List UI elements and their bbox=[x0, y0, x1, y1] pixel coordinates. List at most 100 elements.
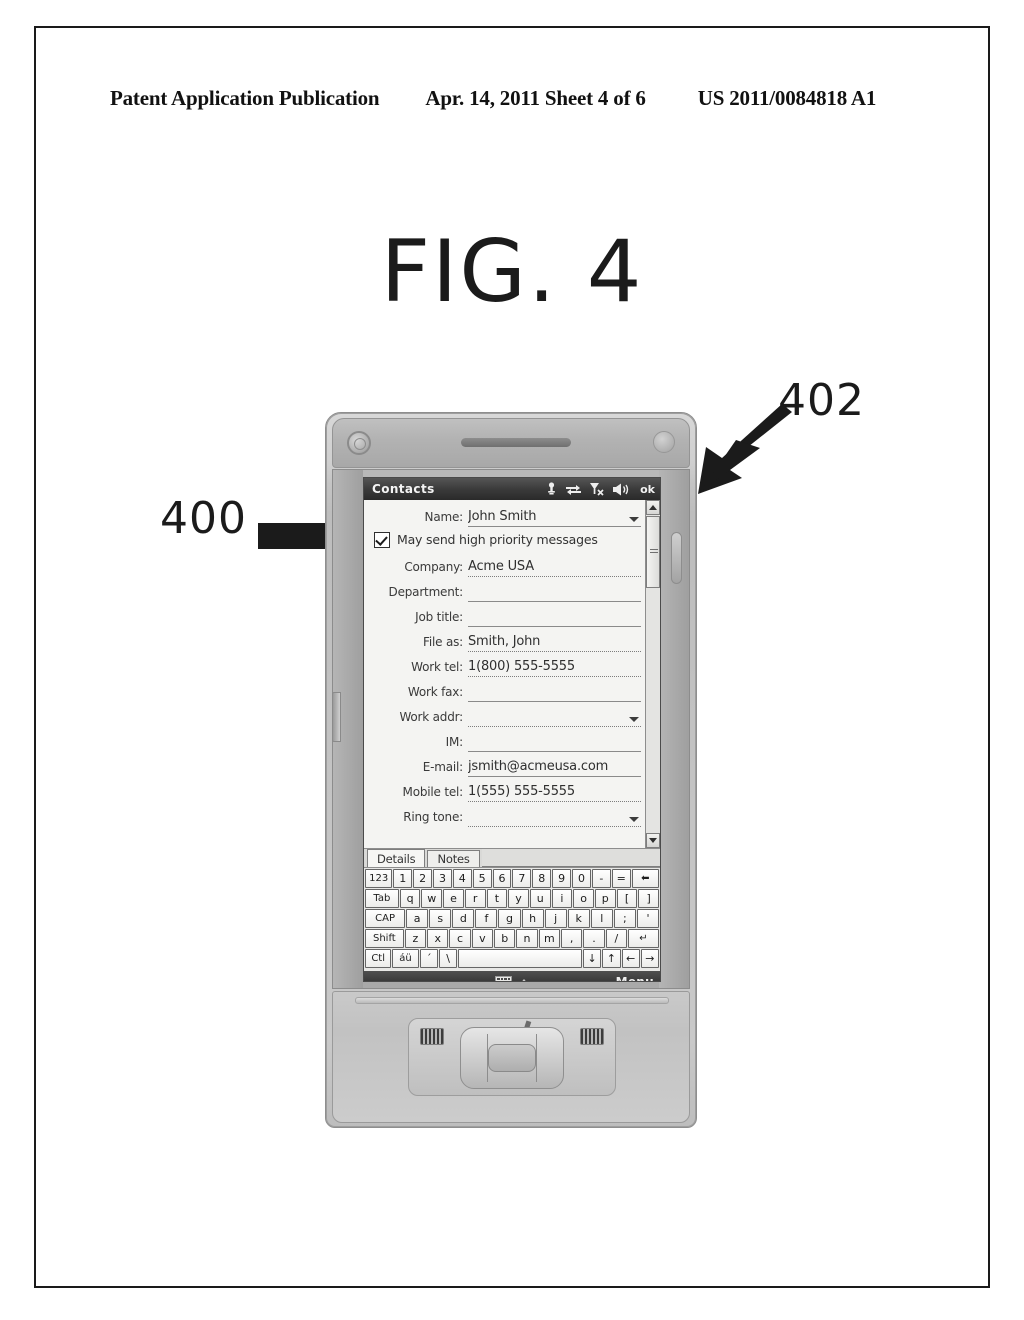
high-priority-checkbox-row[interactable]: May send high priority messages bbox=[364, 527, 645, 552]
key-cap[interactable]: CAP bbox=[365, 909, 406, 928]
key-space[interactable] bbox=[458, 949, 583, 968]
key-key[interactable]: ' bbox=[636, 909, 659, 928]
key-n[interactable]: n bbox=[516, 929, 538, 948]
key-e[interactable]: e bbox=[443, 889, 464, 908]
chevron-down-icon[interactable] bbox=[629, 717, 639, 722]
key-i[interactable]: i bbox=[551, 889, 573, 908]
key-6[interactable]: 6 bbox=[492, 869, 512, 888]
menu-button[interactable]: Menu bbox=[616, 975, 654, 981]
key-key[interactable]: ↵ bbox=[628, 929, 659, 948]
field-value-file-as[interactable]: Smith, John bbox=[468, 634, 641, 652]
sync-arrows-icon[interactable] bbox=[566, 483, 582, 496]
field-row-mobile-tel[interactable]: Mobile tel: 1(555) 555-5555 bbox=[364, 777, 645, 802]
key-123[interactable]: 123 bbox=[365, 869, 393, 888]
left-hardware-button[interactable] bbox=[420, 1028, 444, 1045]
key-s[interactable]: s bbox=[429, 909, 452, 928]
field-row-im[interactable]: IM: bbox=[364, 727, 645, 752]
key-key[interactable]: ; bbox=[613, 909, 636, 928]
key-key[interactable]: \ bbox=[438, 949, 458, 968]
field-value-company[interactable]: Acme USA bbox=[468, 559, 641, 577]
key-key[interactable]: ↑ bbox=[602, 949, 621, 968]
high-priority-checkbox[interactable] bbox=[374, 531, 390, 548]
key-w[interactable]: w bbox=[421, 889, 443, 908]
key-key[interactable]: ← bbox=[621, 949, 640, 968]
key-h[interactable]: h bbox=[521, 909, 544, 928]
key-key[interactable]: ↓ bbox=[583, 949, 602, 968]
field-value-im[interactable] bbox=[468, 735, 641, 752]
field-value-ring-tone[interactable] bbox=[468, 810, 641, 827]
chevron-up-icon[interactable] bbox=[519, 979, 529, 981]
key-tab[interactable]: Tab bbox=[365, 889, 399, 908]
ok-button[interactable]: ok bbox=[638, 483, 655, 496]
side-hardware-button[interactable] bbox=[332, 692, 341, 742]
key-v[interactable]: v bbox=[471, 929, 494, 948]
key-q[interactable]: q bbox=[399, 889, 421, 908]
key-4[interactable]: 4 bbox=[452, 869, 472, 888]
key-t[interactable]: t bbox=[486, 889, 508, 908]
key-p[interactable]: p bbox=[594, 889, 616, 908]
chevron-down-icon[interactable] bbox=[629, 817, 639, 822]
key-key[interactable]: ´ bbox=[419, 949, 438, 968]
key-1[interactable]: 1 bbox=[393, 869, 413, 888]
tab-notes[interactable]: Notes bbox=[427, 850, 480, 867]
key-key[interactable]: ] bbox=[638, 889, 660, 908]
field-row-department[interactable]: Department: bbox=[364, 577, 645, 602]
key-c[interactable]: c bbox=[449, 929, 471, 948]
key-key[interactable]: áü bbox=[392, 949, 419, 968]
key-z[interactable]: z bbox=[404, 929, 427, 948]
field-value-email[interactable]: jsmith@acmeusa.com bbox=[468, 759, 641, 777]
field-row-file-as[interactable]: File as: Smith, John bbox=[364, 627, 645, 652]
field-row-job-title[interactable]: Job title: bbox=[364, 602, 645, 627]
field-row-ring-tone[interactable]: Ring tone: bbox=[364, 802, 645, 827]
key-o[interactable]: o bbox=[573, 889, 594, 908]
field-value-name[interactable]: John Smith bbox=[468, 509, 641, 527]
field-row-name[interactable]: Name: John Smith bbox=[364, 502, 645, 527]
soft-keyboard-icon[interactable] bbox=[495, 975, 512, 981]
key-y[interactable]: y bbox=[508, 889, 529, 908]
key-ctl[interactable]: Ctl bbox=[365, 949, 392, 968]
key-7[interactable]: 7 bbox=[512, 869, 532, 888]
input-panel-toggle[interactable] bbox=[495, 975, 529, 981]
key-m[interactable]: m bbox=[538, 929, 561, 948]
directional-pad[interactable] bbox=[460, 1027, 564, 1089]
vertical-scrollbar[interactable] bbox=[645, 500, 660, 848]
stylus-slot[interactable] bbox=[671, 532, 682, 584]
key-key[interactable]: - bbox=[591, 869, 611, 888]
key-k[interactable]: k bbox=[567, 909, 590, 928]
field-value-job-title[interactable] bbox=[468, 610, 641, 627]
key-0[interactable]: 0 bbox=[572, 869, 591, 888]
key-b[interactable]: b bbox=[494, 929, 516, 948]
key-l[interactable]: l bbox=[590, 909, 613, 928]
key-f[interactable]: f bbox=[475, 909, 498, 928]
key-d[interactable]: d bbox=[452, 909, 475, 928]
key-key[interactable]: → bbox=[640, 949, 660, 968]
field-row-work-fax[interactable]: Work fax: bbox=[364, 677, 645, 702]
key-j[interactable]: j bbox=[544, 909, 567, 928]
signal-no-service-icon[interactable] bbox=[590, 482, 604, 496]
key-2[interactable]: 2 bbox=[413, 869, 433, 888]
field-value-work-addr[interactable] bbox=[468, 710, 641, 727]
scroll-down-button[interactable] bbox=[646, 833, 660, 848]
right-hardware-button[interactable] bbox=[580, 1028, 604, 1045]
key-key[interactable]: / bbox=[605, 929, 627, 948]
field-value-mobile-tel[interactable]: 1(555) 555-5555 bbox=[468, 784, 641, 802]
key-3[interactable]: 3 bbox=[433, 869, 452, 888]
key-key[interactable]: = bbox=[611, 869, 631, 888]
scrollbar-thumb[interactable] bbox=[646, 516, 660, 588]
field-value-work-tel[interactable]: 1(800) 555-5555 bbox=[468, 659, 641, 677]
dpad-center-button[interactable] bbox=[488, 1044, 536, 1072]
field-row-work-tel[interactable]: Work tel: 1(800) 555-5555 bbox=[364, 652, 645, 677]
key-g[interactable]: g bbox=[498, 909, 521, 928]
key-key[interactable]: [ bbox=[616, 889, 638, 908]
scroll-up-button[interactable] bbox=[646, 500, 660, 515]
key-a[interactable]: a bbox=[406, 909, 429, 928]
speaker-volume-icon[interactable] bbox=[613, 483, 629, 496]
key-x[interactable]: x bbox=[427, 929, 449, 948]
notification-bell-icon[interactable] bbox=[546, 482, 557, 496]
key-8[interactable]: 8 bbox=[532, 869, 552, 888]
key-5[interactable]: 5 bbox=[472, 869, 492, 888]
key-9[interactable]: 9 bbox=[552, 869, 572, 888]
key-r[interactable]: r bbox=[464, 889, 486, 908]
key-key[interactable]: , bbox=[561, 929, 583, 948]
key-u[interactable]: u bbox=[529, 889, 551, 908]
